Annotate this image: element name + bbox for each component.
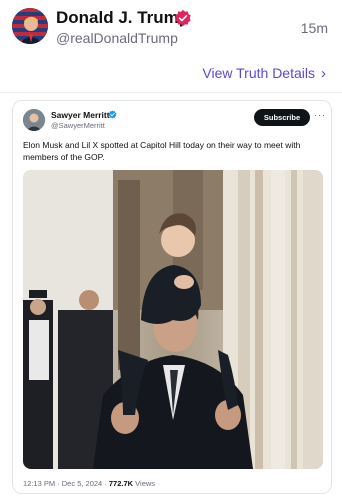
embed-author-handle[interactable]: @SawyerMerritt <box>51 121 105 130</box>
embed-views-count: 772.7K <box>108 479 134 488</box>
chevron-right-icon: › <box>321 64 326 82</box>
embed-views-label: Views <box>133 479 156 488</box>
verified-icon <box>108 110 117 119</box>
embed-post-date: 12:13 PM · Dec 5, 2024 · <box>23 479 109 488</box>
embed-post-text: Elon Musk and Lil X spotted at Capitol H… <box>23 140 301 162</box>
author-name[interactable]: Donald J. Trump <box>56 8 189 28</box>
verified-icon <box>175 9 191 27</box>
author-handle[interactable]: @realDonaldTrump <box>56 30 178 46</box>
more-options-icon[interactable]: ··· <box>314 110 326 120</box>
author-avatar[interactable] <box>12 8 48 44</box>
embed-post-meta: 12:13 PM · Dec 5, 2024 · 772.7K Views <box>23 479 155 488</box>
embedded-x-post[interactable]: Sawyer Merritt @SawyerMerritt Subscribe … <box>12 100 332 494</box>
divider <box>0 92 342 93</box>
subscribe-button[interactable]: Subscribe <box>254 109 310 126</box>
post-timestamp: 15m <box>300 20 328 36</box>
embed-author-avatar[interactable] <box>23 109 45 131</box>
post-photo[interactable] <box>23 170 323 469</box>
embed-author-name[interactable]: Sawyer Merritt <box>51 110 110 120</box>
post-header: Donald J. Trump @realDonaldTrump 15m <box>0 0 342 56</box>
view-truth-details-link[interactable]: View Truth Details › <box>202 65 326 81</box>
view-truth-details-label: View Truth Details <box>202 65 315 81</box>
